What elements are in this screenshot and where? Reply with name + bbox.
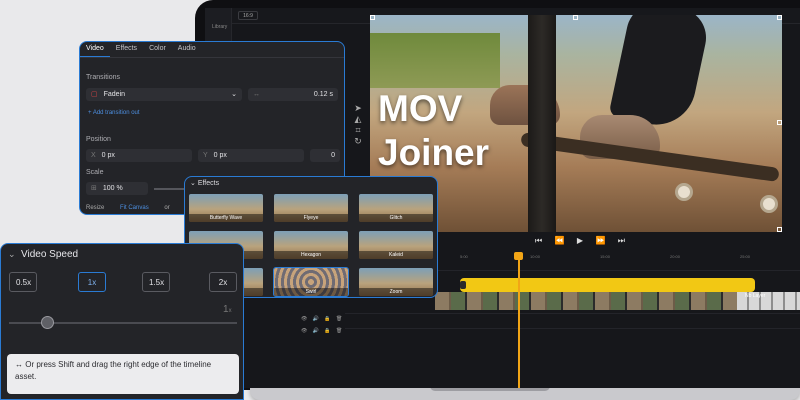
crop-icon[interactable]: ⌗ [351, 125, 365, 136]
play-icon[interactable]: ▶ [577, 236, 583, 250]
position-x-field[interactable]: X 0 px [86, 149, 192, 162]
effect-name: Hexagon [274, 251, 348, 259]
effect-name: Zoom [359, 288, 433, 296]
effect-name: Kaleid [359, 251, 433, 259]
effects-title: ⌄ Effects [190, 180, 220, 187]
library-label: Library [212, 24, 228, 30]
effect-tile[interactable]: Glitch [359, 194, 433, 222]
chevron-down-icon[interactable]: ⌄ [8, 249, 16, 260]
scale-value: 100 % [102, 185, 123, 192]
scene-post [528, 15, 556, 232]
duration-icon: ↔ [253, 91, 260, 98]
resize-or: or [164, 205, 170, 211]
video-speed-panel: ⌄ Video Speed 0.5x 1x 1.5x 2x 1x ↔ Or pr… [0, 243, 244, 400]
position-x-value: 0 px [101, 152, 115, 159]
tab-audio[interactable]: Audio [172, 42, 202, 57]
scene-wheel [760, 195, 778, 213]
track-controls[interactable]: 👁 🔊 🔒 🗑 [301, 328, 344, 334]
rotate-icon[interactable]: ↻ [351, 136, 365, 147]
effect-tile[interactable]: Flyeye [274, 194, 348, 222]
ruler-tick: 5:00 [460, 254, 468, 259]
timeline-lane [345, 328, 800, 329]
x-label: X [91, 152, 96, 159]
clip-drag-handle[interactable] [460, 281, 466, 289]
flip-icon[interactable]: ◭ [351, 114, 365, 125]
effect-tile-swirl[interactable]: Swirl [273, 267, 349, 297]
rotation-value: 0 [331, 152, 335, 159]
speed-slider-thumb[interactable] [41, 316, 55, 329]
timeline-lane [345, 313, 800, 314]
track-controls[interactable]: 👁 🔊 🔒 🗑 [301, 316, 344, 322]
scale-label: Scale [86, 169, 104, 176]
resize-label: Resize [86, 205, 105, 211]
title-line-2: Joiner [378, 132, 490, 173]
ruler-tick: 20:00 [670, 254, 681, 259]
selection-handle[interactable] [777, 227, 782, 232]
tab-color[interactable]: Color [143, 42, 172, 57]
transitions-label: Transitions [86, 74, 120, 81]
speed-tip: ↔ Or press Shift and drag the right edge… [7, 354, 239, 394]
transition-select[interactable]: ▢ Fadein ⌄ [86, 88, 242, 101]
ruler-tick: 15:00 [600, 254, 611, 259]
effect-tile[interactable]: Butterfly Wave [189, 194, 263, 222]
speed-1-5x-button[interactable]: 1.5x [142, 272, 170, 292]
ruler-tick: 25:00 [740, 254, 751, 259]
playhead-handle[interactable] [514, 252, 523, 260]
selection-handle[interactable] [777, 15, 782, 20]
effect-name: Glitch [359, 214, 433, 222]
effect-tile[interactable]: Zoom [359, 268, 433, 296]
fast-forward-icon[interactable]: ⏩ [595, 236, 605, 250]
tab-effects[interactable]: Effects [110, 42, 143, 57]
effect-name: Swirl [274, 288, 348, 296]
speed-2x-button[interactable]: 2x [209, 272, 237, 292]
skip-back-icon[interactable]: ⏮ [535, 236, 542, 250]
position-y-field[interactable]: Y 0 px [198, 149, 304, 162]
scene-wheel [675, 183, 693, 201]
speed-current-value: 1x [223, 304, 232, 315]
rewind-icon[interactable]: ⏪ [555, 236, 565, 250]
speed-0-5x-button[interactable]: 0.5x [9, 272, 37, 292]
tab-video[interactable]: Video [80, 42, 110, 57]
layer-tag: Nb Layer [745, 293, 766, 299]
ruler-tick: 10:00 [530, 254, 541, 259]
speed-value-unit: x [228, 308, 232, 314]
transition-icon: ▢ [91, 91, 98, 98]
arrow-icon[interactable]: ➤ [351, 103, 365, 114]
effect-name: Flyeye [274, 214, 348, 222]
add-transition-out-link[interactable]: + Add transition out [88, 110, 140, 116]
timeline-video-clip[interactable] [435, 292, 745, 310]
fit-canvas-link[interactable]: Fit Canvas [120, 205, 149, 211]
selection-handle[interactable] [573, 15, 578, 20]
scale-field[interactable]: ⊞ 100 % [86, 182, 148, 195]
library-button[interactable]: Library [209, 12, 228, 30]
timeline-clip-yellow[interactable] [460, 278, 755, 292]
transition-duration-field[interactable]: ↔ 0.12 s [248, 88, 338, 101]
video-speed-title: Video Speed [21, 249, 79, 260]
effect-tile[interactable]: Kaleid [359, 231, 433, 259]
position-label: Position [86, 136, 111, 143]
transition-duration: 0.12 s [313, 91, 333, 98]
aspect-ratio-button[interactable]: 16:9 [238, 11, 258, 20]
speed-1x-button[interactable]: 1x [78, 272, 106, 292]
scene-grass [370, 33, 500, 88]
skip-forward-icon[interactable]: ⏭ [618, 236, 625, 250]
chevron-down-icon: ⌄ [231, 91, 237, 98]
position-y-value: 0 px [213, 152, 227, 159]
playhead[interactable] [518, 254, 520, 388]
properties-tabs: Video Effects Color Audio [80, 42, 344, 58]
effect-tile[interactable]: Hexagon [274, 231, 348, 259]
effect-name: Butterfly Wave [189, 214, 263, 222]
selection-handle[interactable] [777, 120, 782, 125]
preview-title-text: MOV Joiner [378, 87, 489, 175]
title-line-1: MOV [378, 88, 463, 129]
effects-title-text: Effects [197, 180, 220, 187]
transport-controls: ⏮ ⏪ ▶ ⏩ ⏭ [535, 236, 625, 250]
scale-icon: ⊞ [91, 185, 97, 192]
transition-value: Fadein [103, 91, 126, 98]
selection-handle[interactable] [370, 15, 375, 20]
y-label: Y [203, 152, 208, 159]
canvas-tools: ➤ ◭ ⌗ ↻ [351, 103, 365, 153]
rotation-field[interactable]: 0 [310, 149, 340, 162]
